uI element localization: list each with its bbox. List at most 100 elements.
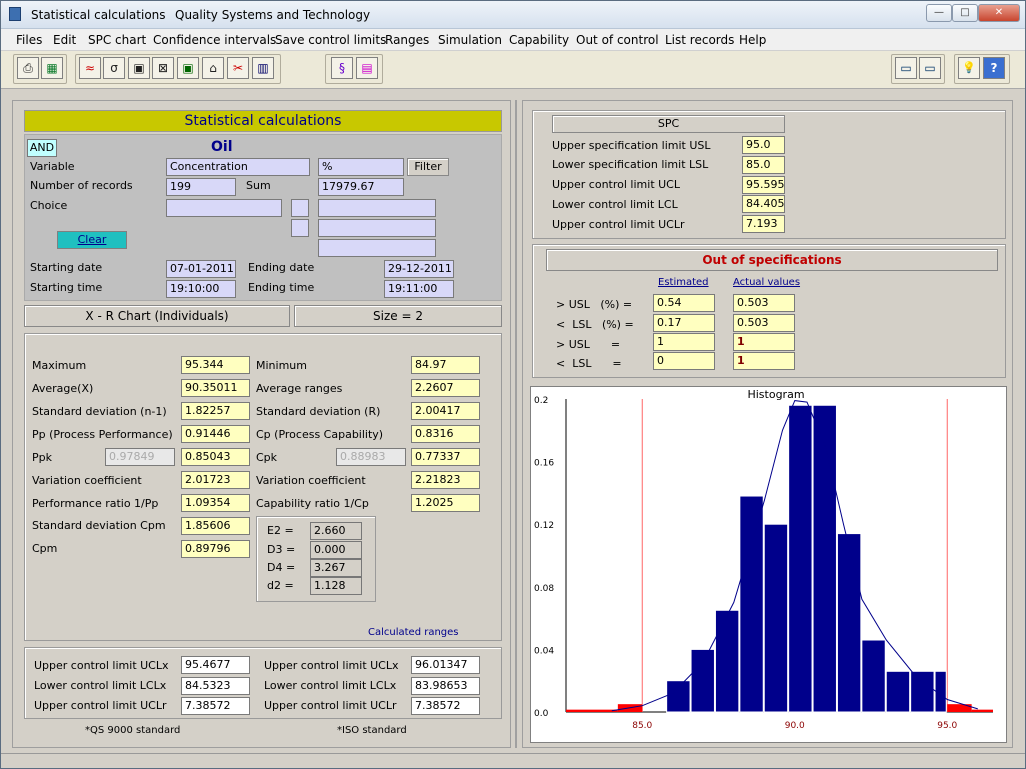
choice-value-2[interactable] [318, 219, 436, 237]
iso-standard-note: *ISO standard [337, 725, 407, 736]
menu-simulation[interactable]: Simulation [438, 33, 502, 47]
qs-uclx-field[interactable]: 95.4677 [181, 656, 250, 674]
cpk-field: 0.77337 [411, 448, 480, 466]
out-of-spec-bar [566, 709, 618, 712]
dataset-title: Oil [211, 139, 233, 155]
sigma-icon[interactable]: σ [103, 57, 125, 79]
below-lsl-count-estimated: 0 [653, 352, 715, 370]
minimize-button[interactable]: — [926, 4, 952, 22]
subgroup-size-button[interactable]: Size = 2 [294, 305, 502, 327]
above-usl-count-estimated: 1 [653, 333, 715, 351]
above-usl-count-label: > USL = [556, 338, 621, 351]
y-tick-label: 0.12 [534, 521, 554, 531]
printer-icon[interactable]: ⎙ [17, 57, 39, 79]
maximum-label: Maximum [32, 359, 87, 372]
lcl-field[interactable]: 84.405 [742, 195, 785, 213]
menu-help[interactable]: Help [739, 33, 766, 47]
cpk-alt-field: 0.88983 [336, 448, 406, 466]
bulb-icon[interactable]: 💡 [958, 57, 980, 79]
help-icon[interactable]: ? [983, 57, 1005, 79]
iso-lclx-field[interactable]: 83.98653 [411, 677, 480, 695]
lsl-field[interactable]: 85.0 [742, 156, 785, 174]
spc-header: SPC [552, 115, 785, 133]
choice-field[interactable] [166, 199, 282, 217]
formula-icon[interactable]: § [331, 57, 353, 79]
iso-uclr-field[interactable]: 7.38572 [411, 697, 480, 715]
iso-uclr-label: Upper control limit UCLr [264, 699, 397, 712]
cp-field: 0.8316 [411, 425, 480, 443]
toolbar: ⎙ ▦ ≈ σ ▣ ⊠ ▣ ⌂ ✂ ▥ § ▤ ▭ ▭ 💡 ? [1, 51, 1025, 89]
close-button[interactable]: ✕ [978, 4, 1020, 22]
usl-field[interactable]: 95.0 [742, 136, 785, 154]
disk-icon[interactable]: ▣ [177, 57, 199, 79]
start-time-field[interactable]: 19:10:00 [166, 280, 236, 298]
ucl-field[interactable]: 95.595 [742, 176, 785, 194]
bell-icon[interactable]: ⌂ [202, 57, 224, 79]
menu-edit[interactable]: Edit [53, 33, 76, 47]
qs-uclr-field[interactable]: 7.38572 [181, 697, 250, 715]
d3-field: 0.000 [310, 541, 362, 559]
menu-list-records[interactable]: List records [665, 33, 734, 47]
menu-out-of-control[interactable]: Out of control [576, 33, 659, 47]
calculator-icon[interactable]: ▤ [356, 57, 378, 79]
maximize-button[interactable]: □ [952, 4, 978, 22]
chart-type-button[interactable]: X - R Chart (Individuals) [24, 305, 290, 327]
menu-save-control-limits[interactable]: Save control limits [275, 33, 386, 47]
variation-coef-r-field: 2.21823 [411, 471, 480, 489]
histogram-bar [861, 639, 886, 713]
chart-icon[interactable]: ≈ [79, 57, 101, 79]
clear-button[interactable]: Clear [57, 231, 127, 249]
monitor-icon[interactable]: ▭ [895, 57, 917, 79]
end-date-field[interactable]: 29-12-2011 [384, 260, 454, 278]
variation-coef-field: 2.01723 [181, 471, 250, 489]
above-usl-pct-label: > USL (%) = [556, 298, 633, 311]
choice-operator-2[interactable] [291, 219, 309, 237]
variable-field[interactable]: Concentration [166, 158, 310, 176]
histogram-bar [812, 404, 837, 713]
std-dev-field: 1.82257 [181, 402, 250, 420]
screen-icon[interactable]: ▭ [919, 57, 941, 79]
scissors-icon[interactable]: ✂ [227, 57, 249, 79]
menu-capability[interactable]: Capability [509, 33, 569, 47]
start-date-field[interactable]: 07-01-2011 [166, 260, 236, 278]
histogram-icon[interactable]: ▥ [252, 57, 274, 79]
std-dev-cpm-label: Standard deviation Cpm [32, 519, 166, 532]
save-icon[interactable]: ▣ [128, 57, 150, 79]
and-button[interactable]: AND [27, 139, 57, 157]
choice-operator-1[interactable] [291, 199, 309, 217]
delete-icon[interactable]: ⊠ [152, 57, 174, 79]
end-time-field[interactable]: 19:11:00 [384, 280, 454, 298]
d4-field: 3.267 [310, 559, 362, 577]
end-time-label: Ending time [248, 281, 315, 294]
cpm-label: Cpm [32, 542, 58, 555]
app-window: Statistical calculations Quality Systems… [0, 0, 1026, 769]
start-time-label: Starting time [30, 281, 103, 294]
menu-confidence-intervals[interactable]: Confidence intervals [153, 33, 276, 47]
title-bar[interactable]: Statistical calculations Quality Systems… [1, 1, 1025, 29]
histogram-panel: Histogram 0.0 0.04 0.08 0.12 0.16 0.2 85.0 90.0 9… [530, 386, 1007, 743]
choice-value-3[interactable] [318, 239, 436, 257]
qs-standard-note: *QS 9000 standard [85, 725, 181, 736]
menu-files[interactable]: Files [16, 33, 42, 47]
histogram-chart: Histogram 0.0 0.04 0.08 0.12 0.16 0.2 85.0 90.0 9… [534, 388, 993, 731]
histogram-bar [885, 670, 911, 713]
below-lsl-count-actual: 1 [733, 352, 795, 370]
average-label: Average(X) [32, 382, 94, 395]
excel-icon[interactable]: ▦ [41, 57, 63, 79]
average-field: 90.35011 [181, 379, 250, 397]
menu-ranges[interactable]: Ranges [385, 33, 429, 47]
uclr-field[interactable]: 7.193 [742, 215, 785, 233]
out-of-spec-bar [947, 704, 972, 712]
uclr-label: Upper control limit UCLr [552, 218, 685, 231]
filter-button[interactable]: Filter [407, 158, 449, 176]
histogram-title: Histogram [747, 388, 804, 401]
below-lsl-pct-label: < LSL (%) = [556, 318, 634, 331]
histogram-bar [714, 609, 740, 713]
qs-lclx-field[interactable]: 84.5323 [181, 677, 250, 695]
choice-value-1[interactable] [318, 199, 436, 217]
iso-uclx-field[interactable]: 96.01347 [411, 656, 480, 674]
unit-field[interactable]: % [318, 158, 404, 176]
variation-coef-label: Variation coefficient [32, 474, 142, 487]
ppk-label: Ppk [32, 451, 52, 464]
menu-spc-chart[interactable]: SPC chart [88, 33, 146, 47]
